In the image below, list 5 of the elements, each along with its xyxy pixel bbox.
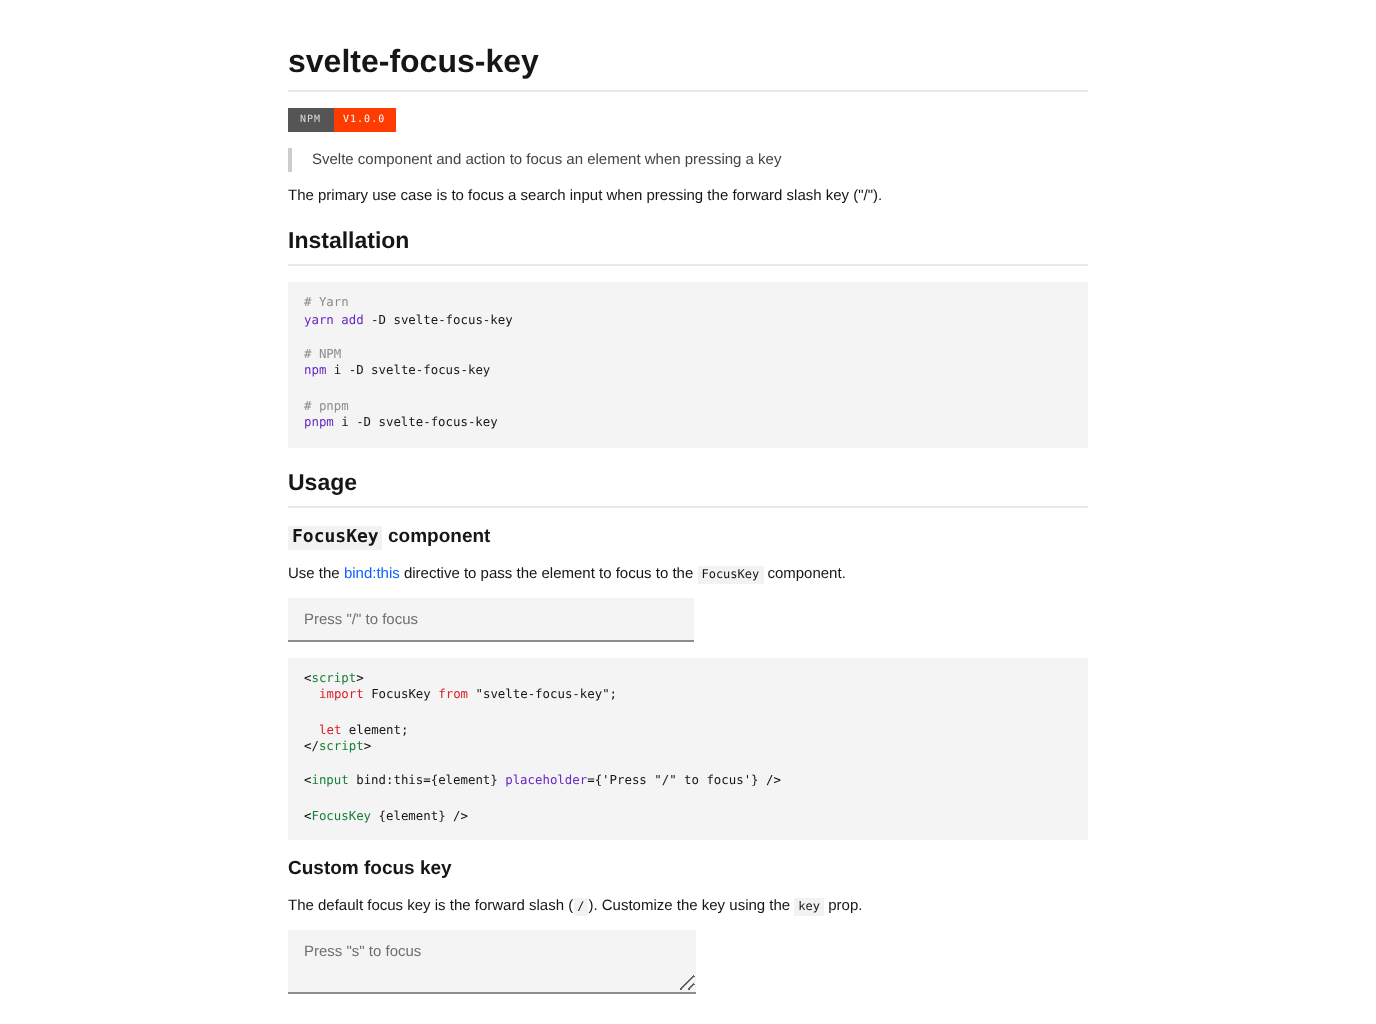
page-title: svelte-focus-key <box>288 44 1088 92</box>
section-heading: Usage <box>288 469 1088 508</box>
subsection-heading: FocusKey component <box>288 525 493 550</box>
section-heading: Installation <box>288 228 1088 266</box>
subsection-heading: Custom focus key <box>288 858 454 883</box>
